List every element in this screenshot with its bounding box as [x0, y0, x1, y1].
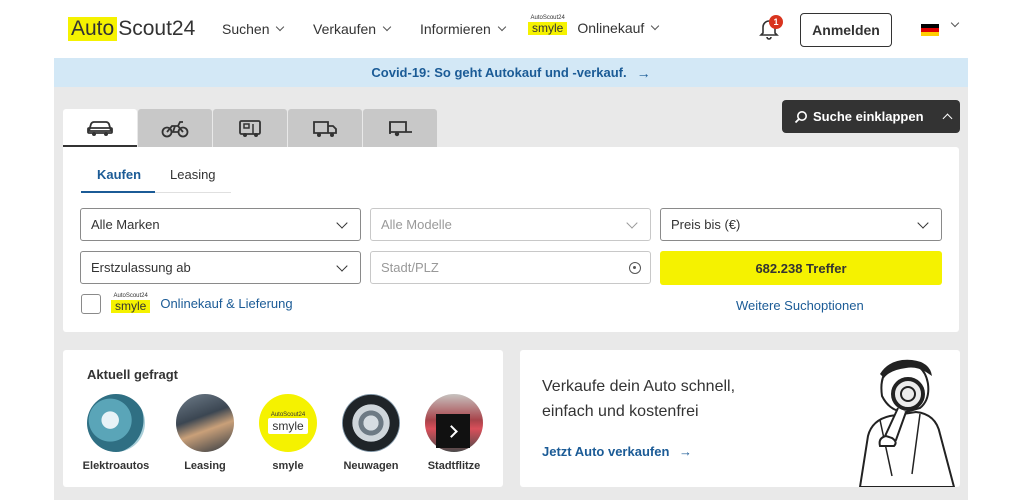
- more-search-options-link[interactable]: Weitere Suchoptionen: [736, 298, 864, 313]
- tab-motorbike[interactable]: [138, 109, 212, 147]
- registration-select[interactable]: Erstzulassung ab: [80, 251, 361, 284]
- motorbike-icon: [161, 121, 189, 138]
- active-subtab-indicator: [81, 191, 155, 193]
- search-icon: [794, 110, 807, 123]
- tab-car[interactable]: [63, 109, 137, 147]
- language-chevron-down-icon[interactable]: [950, 18, 960, 28]
- nav-suchen[interactable]: Suchen: [222, 21, 285, 37]
- trending-card: Aktuell gefragt Elektroautos Leasing Aut…: [63, 350, 503, 487]
- price-select[interactable]: Preis bis (€): [660, 208, 942, 241]
- smyle-logo: AutoScout24 smyle: [111, 293, 151, 313]
- location-input[interactable]: Stadt/PLZ: [370, 251, 651, 284]
- smyle-circle-word: smyle: [268, 418, 308, 434]
- trending-item-label: smyle: [272, 460, 304, 472]
- arrow-right-icon: →: [679, 444, 693, 459]
- tab-transporter[interactable]: [288, 109, 362, 147]
- smyle-circle-image: AutoScout24 smyle: [259, 394, 317, 452]
- chevron-down-icon: [276, 22, 285, 32]
- covid-info-banner[interactable]: Covid-19: So geht Autokauf und -verkauf.…: [54, 58, 968, 87]
- online-purchase-checkbox[interactable]: [81, 294, 101, 314]
- autoscout24-logo[interactable]: Auto Scout24: [68, 15, 195, 43]
- registration-select-value: Erstzulassung ab: [91, 260, 191, 275]
- tab-camper[interactable]: [213, 109, 287, 147]
- trending-item-label: Neuwagen: [343, 460, 399, 472]
- trailer-icon: [389, 121, 412, 137]
- chevron-down-icon: [917, 217, 929, 229]
- notification-badge: 1: [769, 15, 783, 29]
- camper-icon: [239, 120, 261, 137]
- trending-item-smyle[interactable]: AutoScout24 smyle smyle: [253, 394, 323, 472]
- logo-auto-text: Auto: [68, 17, 118, 41]
- online-purchase-option[interactable]: AutoScout24 smyle Onlinekauf & Lieferung: [111, 293, 293, 313]
- chevron-right-icon: [444, 424, 458, 438]
- smyle-logo: AutoScout24 smyle: [528, 15, 568, 35]
- trending-item-label: Leasing: [184, 460, 226, 472]
- nav-onlinekauf-label: Onlinekauf: [577, 20, 645, 36]
- sell-car-link[interactable]: Jetzt Auto verkaufen →: [542, 444, 692, 459]
- login-button[interactable]: Anmelden: [800, 13, 892, 47]
- magnifier-man-illustration: [858, 359, 956, 487]
- chevron-up-icon: [942, 113, 952, 124]
- tab-leasing[interactable]: Leasing: [170, 167, 216, 182]
- covid-banner-text: Covid-19: So geht Autokauf und -verkauf.: [371, 65, 627, 80]
- car-icon: [87, 121, 113, 136]
- collapse-search-button[interactable]: Suche einklappen: [782, 100, 960, 133]
- german-flag-icon[interactable]: [921, 24, 939, 36]
- trending-item-label: Stadtflitze: [427, 460, 481, 472]
- notification-count: 1: [773, 17, 779, 27]
- make-select-value: Alle Marken: [91, 217, 160, 232]
- location-placeholder: Stadt/PLZ: [381, 260, 439, 275]
- trending-item-electric[interactable]: Elektroautos: [81, 394, 151, 472]
- sell-car-card: Verkaufe dein Auto schnell, einfach und …: [520, 350, 960, 487]
- tab-kaufen[interactable]: Kaufen: [97, 167, 141, 182]
- site-header: Auto Scout24 Suchen Verkaufen Informiere…: [54, 0, 968, 58]
- collapse-search-label: Suche einklappen: [813, 109, 924, 124]
- model-select[interactable]: Alle Modelle: [370, 208, 651, 241]
- chevron-down-icon: [651, 21, 660, 31]
- new-cars-wheel-image: [342, 394, 400, 452]
- price-select-value: Preis bis (€): [671, 217, 741, 232]
- trending-item-new-cars[interactable]: Neuwagen: [336, 394, 406, 472]
- chevron-down-icon: [336, 260, 348, 272]
- results-count-label: 682.238 Treffer: [755, 260, 847, 276]
- vehicle-type-tabs: [63, 109, 438, 147]
- trending-item-leasing[interactable]: Leasing: [170, 394, 240, 472]
- online-purchase-label: Onlinekauf & Lieferung: [160, 295, 293, 311]
- trending-title: Aktuell gefragt: [87, 367, 179, 382]
- page-gutter-right: [968, 0, 1024, 500]
- smyle-logo-word: smyle: [528, 22, 568, 35]
- nav-onlinekauf[interactable]: AutoScout24 smyle Onlinekauf: [528, 14, 660, 36]
- arrow-right-icon: →: [636, 64, 651, 81]
- search-panel: Kaufen Leasing Alle Marken Alle Modelle …: [63, 147, 959, 332]
- carousel-next-button[interactable]: [436, 414, 470, 448]
- page-gutter-left: [0, 0, 54, 500]
- tab-trailer[interactable]: [363, 109, 437, 147]
- trending-item-label: Elektroautos: [82, 460, 150, 472]
- smyle-logo-word: smyle: [111, 300, 151, 313]
- nav-informieren[interactable]: Informieren: [420, 21, 507, 37]
- electric-car-image: [87, 394, 145, 452]
- notification-button[interactable]: 1: [759, 15, 783, 40]
- nav-verkaufen-label: Verkaufen: [313, 21, 377, 37]
- make-select[interactable]: Alle Marken: [80, 208, 361, 241]
- model-select-value: Alle Modelle: [381, 217, 452, 232]
- show-results-button[interactable]: 682.238 Treffer: [660, 251, 942, 285]
- sell-car-link-label: Jetzt Auto verkaufen: [542, 444, 670, 459]
- chevron-down-icon: [382, 22, 392, 32]
- chevron-down-icon: [497, 22, 507, 32]
- sell-car-title: Verkaufe dein Auto schnell, einfach und …: [542, 378, 736, 420]
- locate-me-icon[interactable]: [629, 262, 641, 274]
- leasing-image: [176, 394, 234, 452]
- nav-suchen-label: Suchen: [222, 21, 270, 37]
- nav-informieren-label: Informieren: [420, 21, 491, 37]
- truck-icon: [313, 121, 337, 137]
- logo-scout-text: Scout24: [118, 17, 196, 40]
- chevron-down-icon: [626, 217, 638, 229]
- nav-verkaufen[interactable]: Verkaufen: [313, 21, 392, 37]
- chevron-down-icon: [336, 217, 348, 229]
